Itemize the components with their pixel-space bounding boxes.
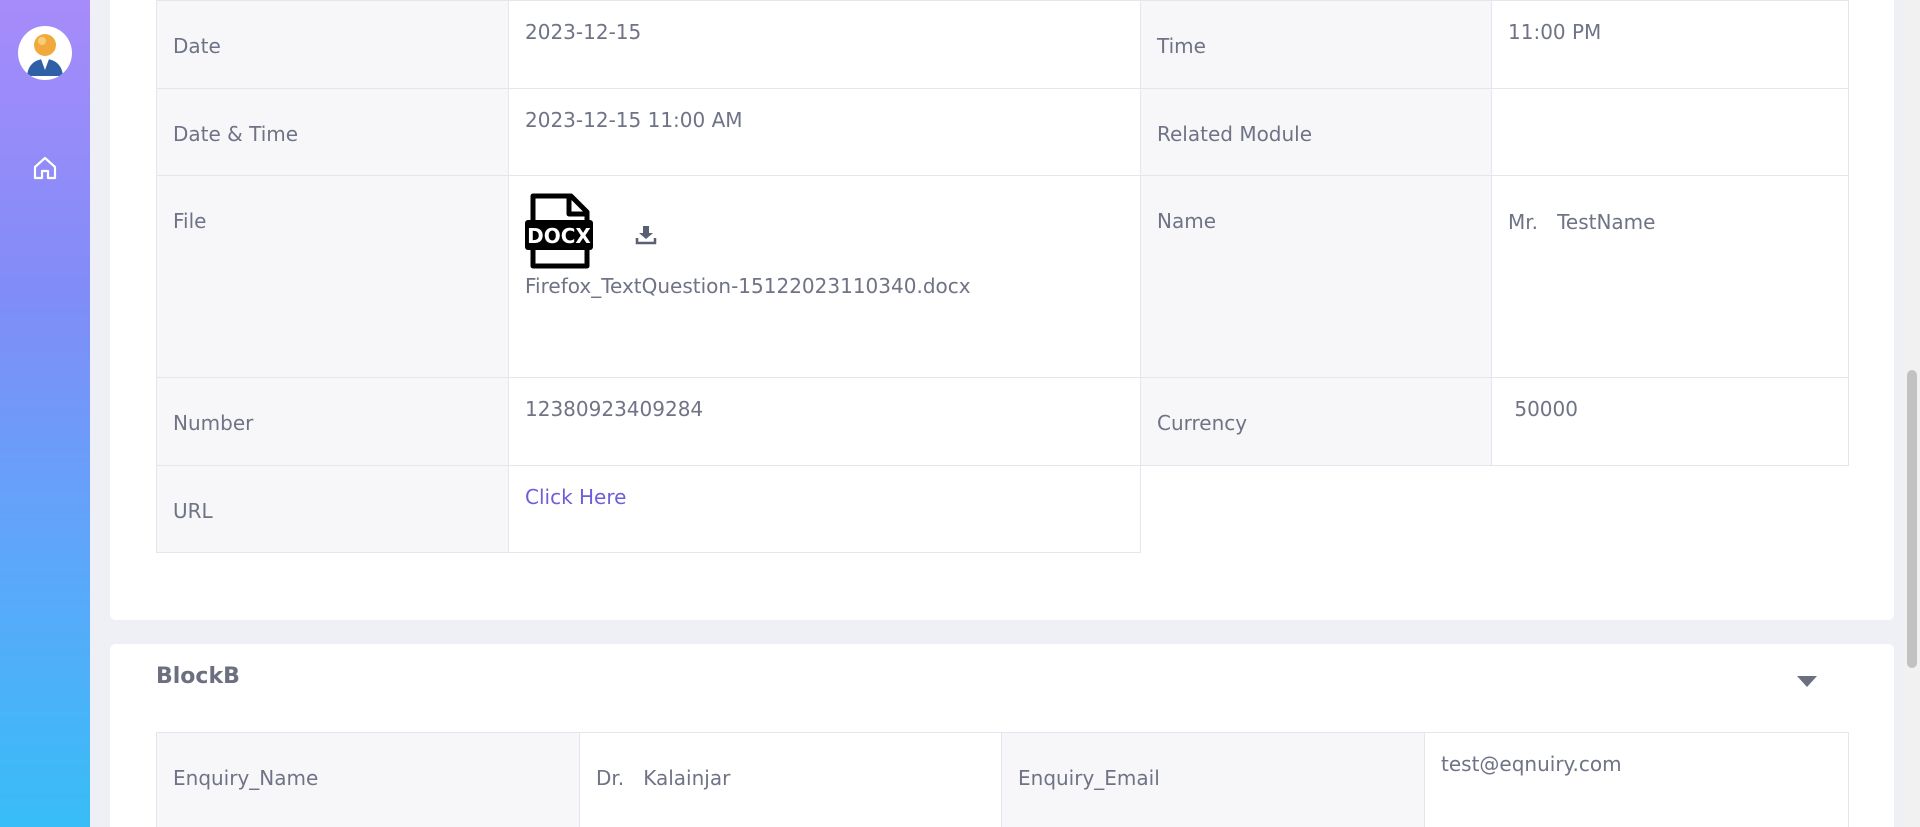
table-row: File DOCX Firefox_TextQuestion-151220231…: [156, 175, 1849, 378]
field-value: Mr. TestName: [1491, 175, 1849, 378]
block-b-details-table: Enquiry_Name Dr. Kalainjar Enquiry_Email…: [156, 732, 1849, 827]
field-label: Name: [1140, 175, 1492, 378]
field-label: Enquiry_Email: [1001, 732, 1425, 827]
field-label: Currency: [1140, 377, 1492, 466]
field-label: Date & Time: [156, 88, 509, 176]
field-value: Click Here: [508, 465, 1141, 553]
field-label: Related Module: [1140, 88, 1492, 176]
table-row: URL Click Here: [156, 465, 1849, 553]
block-b-card: BlockB Enquiry_Name Dr. Kalainjar Enquir…: [110, 644, 1894, 827]
scrollbar-thumb[interactable]: [1907, 370, 1917, 668]
table-row: Enquiry_Name Dr. Kalainjar Enquiry_Email…: [156, 732, 1849, 827]
field-label: File: [156, 175, 509, 378]
table-row: Date 2023-12-15 Time 11:00 PM: [156, 0, 1849, 89]
sidebar: [0, 0, 90, 827]
field-label: URL: [156, 465, 509, 553]
url-link[interactable]: Click Here: [525, 485, 1124, 509]
table-row: Number 12380923409284 Currency 50000: [156, 377, 1849, 466]
field-value: 50000: [1491, 377, 1849, 466]
field-label: Number: [156, 377, 509, 466]
block-a-card: Date 2023-12-15 Time 11:00 PM Date & Tim…: [110, 0, 1894, 620]
field-label: Enquiry_Name: [156, 732, 580, 827]
home-icon[interactable]: [31, 154, 59, 182]
docx-badge: DOCX: [527, 224, 591, 248]
block-b-title: BlockB: [156, 664, 240, 689]
field-value: 2023-12-15 11:00 AM: [508, 88, 1141, 176]
caret-down-icon[interactable]: [1796, 674, 1818, 688]
field-value: [1491, 88, 1849, 176]
block-a-details-table: Date 2023-12-15 Time 11:00 PM Date & Tim…: [156, 0, 1849, 553]
docx-file-icon[interactable]: DOCX: [525, 192, 593, 270]
field-value: test@eqnuiry.com: [1424, 732, 1849, 827]
field-value: 12380923409284: [508, 377, 1141, 466]
field-value: 2023-12-15: [508, 0, 1141, 89]
file-name[interactable]: Firefox_TextQuestion-15122023110340.docx: [525, 274, 1124, 298]
field-value: Dr. Kalainjar: [579, 732, 1002, 827]
field-label: Date: [156, 0, 509, 89]
download-icon[interactable]: [635, 223, 657, 245]
field-label: Time: [1140, 0, 1492, 89]
page-scrollbar[interactable]: [1904, 0, 1920, 827]
user-avatar-icon[interactable]: [18, 26, 72, 80]
file-field-value: DOCX Firefox_TextQuestion-15122023110340…: [508, 175, 1141, 378]
table-row: Date & Time 2023-12-15 11:00 AM Related …: [156, 88, 1849, 176]
field-value: 11:00 PM: [1491, 0, 1849, 89]
